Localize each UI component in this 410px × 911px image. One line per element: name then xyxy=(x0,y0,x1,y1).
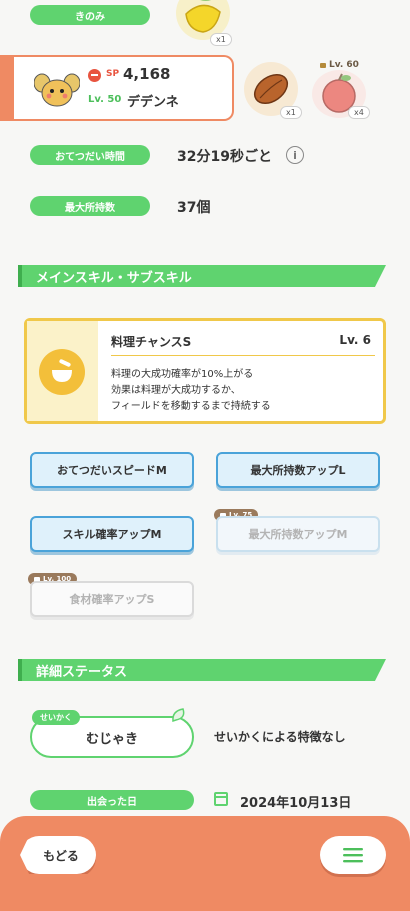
main-skill-divider xyxy=(111,355,375,356)
max-carry-label: 最大所持数 xyxy=(30,196,150,216)
nature-value: むじゃき xyxy=(85,731,138,747)
help-interval-label: おてつだい時間 xyxy=(30,145,150,165)
pokemon-sprite xyxy=(33,65,81,111)
pokemon-level: Lv. 50 xyxy=(88,94,122,105)
berry-qty: x1 xyxy=(210,33,232,46)
main-skill-card[interactable]: 料理チャンスS Lv. 6 料理の大成功確率が10%上がる 効果は料理が大成功す… xyxy=(24,318,386,424)
skills-section-header: メインスキル・サブスキル xyxy=(18,265,386,287)
met-date-label: 出会った日 xyxy=(30,790,194,810)
sub-skill-4[interactable]: 最大所持数アップM xyxy=(216,516,380,552)
main-skill-name: 料理チャンスS xyxy=(111,335,192,349)
skills-section-title: メインスキル・サブスキル xyxy=(36,270,192,286)
nature-effect: せいかくによる特徴なし xyxy=(214,730,346,744)
section-edge xyxy=(18,265,22,287)
main-skill-level: Lv. 6 xyxy=(339,333,371,347)
ingredient-apple-lock-level: Lv. 60 xyxy=(329,60,359,70)
info-icon[interactable]: i xyxy=(286,146,304,164)
berry-label: きのみ xyxy=(30,5,150,25)
calendar-icon xyxy=(214,792,228,806)
sub-skill-3[interactable]: スキル確率アップM xyxy=(30,516,194,552)
menu-icon xyxy=(343,848,363,863)
pokemon-name: デデンネ xyxy=(127,95,179,110)
menu-button[interactable] xyxy=(320,836,386,874)
max-carry-value: 37個 xyxy=(177,200,211,216)
pokemon-card[interactable]: SP 4,168 Lv. 50 デデンネ xyxy=(0,55,234,121)
main-skill-desc-line-3: フィールドを移動するまで持続する xyxy=(111,401,271,412)
sub-skill-5[interactable]: 食材確率アップS xyxy=(30,581,194,617)
met-date-value: 2024年10月13日 xyxy=(240,796,352,811)
details-section-header: 詳細ステータス xyxy=(18,659,386,681)
sp-icon xyxy=(88,69,101,82)
main-skill-desc-line-2: 効果は料理が大成功するか、 xyxy=(111,385,241,396)
nature-leaf-icon xyxy=(170,706,188,724)
lock-icon xyxy=(320,62,326,68)
ingredient-cacao-qty: x1 xyxy=(280,106,302,119)
section-edge xyxy=(18,659,22,681)
nature-tag: せいかく xyxy=(32,710,80,725)
cooking-pot-icon xyxy=(39,349,85,395)
back-button[interactable]: もどる xyxy=(20,836,96,874)
sub-skill-2[interactable]: 最大所持数アップL xyxy=(216,452,380,488)
main-skill-icon-panel xyxy=(27,321,98,421)
help-interval-value: 32分19秒ごと xyxy=(177,149,272,165)
details-section-title: 詳細ステータス xyxy=(36,664,128,680)
sp-label: SP xyxy=(106,69,120,79)
main-skill-desc-line-1: 料理の大成功確率が10%上がる xyxy=(111,369,254,380)
back-label: もどる xyxy=(43,848,79,863)
ingredient-apple-qty: x4 xyxy=(348,106,370,119)
sp-value: 4,168 xyxy=(123,65,171,83)
sub-skill-1[interactable]: おてつだいスピードM xyxy=(30,452,194,488)
